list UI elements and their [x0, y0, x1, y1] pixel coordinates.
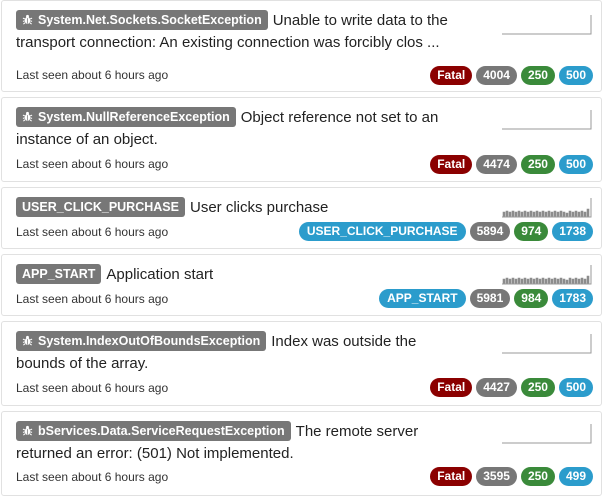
sessions-count-badge: 500	[558, 66, 593, 85]
total-count-badge: 5894	[469, 222, 511, 241]
last-seen: Last seen about 6 hours ago	[16, 68, 169, 82]
bug-icon	[22, 14, 33, 25]
badge-group: USER_CLICK_PURCHASE 5894 974 1738	[298, 222, 593, 241]
type-label-text: bServices.Data.ServiceRequestException	[38, 424, 285, 438]
stack-item[interactable]: APP_START Application start Last seen abo…	[1, 254, 602, 316]
users-count-badge: 250	[520, 467, 555, 486]
users-count-badge: 250	[520, 66, 555, 85]
stack-title: bServices.Data.ServiceRequestException Th…	[16, 421, 476, 465]
stack-message-cont: returned an error: (501) Not implemented…	[16, 445, 294, 462]
stack-title: System.IndexOutOfBoundsException Index wa…	[16, 331, 476, 375]
stack-message-cont: bounds of the array.	[16, 355, 149, 372]
sessions-count-badge: 500	[558, 378, 593, 397]
last-seen: Last seen about 6 hours ago	[16, 225, 169, 239]
users-count-badge: 250	[520, 378, 555, 397]
stack-message: Object reference not set to an	[240, 109, 439, 126]
stack-type-label[interactable]: bServices.Data.ServiceRequestException	[16, 421, 291, 441]
type-label-text: USER_CLICK_PURCHASE	[22, 200, 179, 214]
stack-type-label[interactable]: System.IndexOutOfBoundsException	[16, 331, 267, 351]
fatal-badge: Fatal	[430, 66, 473, 85]
type-label-text: APP_START	[22, 267, 96, 281]
stack-title: System.NullReferenceException Object refe…	[16, 107, 476, 151]
total-count-badge: 4474	[476, 155, 517, 174]
sparkline	[502, 424, 592, 444]
stack-message: Application start	[106, 266, 214, 283]
bug-icon	[22, 335, 33, 346]
fatal-badge: Fatal	[430, 467, 473, 486]
stack-message: The remote server	[295, 423, 419, 440]
total-count-badge: 5981	[469, 289, 511, 308]
sparkline	[502, 110, 592, 130]
type-label-text: System.Net.Sockets.SocketException	[38, 13, 262, 27]
sparkline	[502, 198, 592, 218]
badge-group: Fatal 4474 250 500	[430, 155, 593, 174]
stack-title: System.Net.Sockets.SocketException Unable…	[16, 10, 476, 54]
last-seen: Last seen about 6 hours ago	[16, 292, 169, 306]
sessions-count-badge: 1738	[552, 222, 593, 241]
sessions-count-badge: 1783	[552, 289, 593, 308]
users-count-badge: 984	[514, 289, 549, 308]
stack-message-cont: transport connection: An existing connec…	[16, 34, 440, 51]
stack-message: Index was outside the	[271, 333, 417, 350]
stack-list: System.Net.Sockets.SocketException Unable…	[0, 0, 606, 496]
badge-group: Fatal 4004 250 500	[430, 66, 593, 85]
last-seen: Last seen about 6 hours ago	[16, 157, 169, 171]
stack-title: APP_START Application start	[16, 264, 476, 286]
stack-item[interactable]: bServices.Data.ServiceRequestException Th…	[1, 411, 602, 496]
users-count-badge: 974	[514, 222, 549, 241]
total-count-badge: 4427	[476, 378, 517, 397]
sparkline	[502, 334, 592, 354]
sparkline	[502, 15, 592, 35]
total-count-badge: 4004	[476, 66, 517, 85]
bug-icon	[22, 425, 33, 436]
stack-item[interactable]: System.NullReferenceException Object refe…	[1, 97, 602, 182]
stack-message: Unable to write data to the	[272, 12, 448, 29]
stack-message-cont: instance of an object.	[16, 131, 158, 148]
users-count-badge: 250	[520, 155, 555, 174]
stack-message: User clicks purchase	[189, 199, 329, 216]
fatal-badge: Fatal	[430, 378, 473, 397]
last-seen: Last seen about 6 hours ago	[16, 381, 169, 395]
total-count-badge: 3595	[476, 467, 517, 486]
badge-group: APP_START 5981 984 1783	[379, 289, 593, 308]
bug-icon	[22, 111, 33, 122]
stack-item[interactable]: System.Net.Sockets.SocketException Unable…	[1, 0, 602, 92]
stack-item[interactable]: USER_CLICK_PURCHASE User clicks purchase …	[1, 187, 602, 249]
fatal-badge: Fatal	[430, 155, 473, 174]
badge-group: Fatal 4427 250 500	[430, 378, 593, 397]
stack-type-label[interactable]: System.Net.Sockets.SocketException	[16, 10, 268, 30]
stack-type-label[interactable]: System.NullReferenceException	[16, 107, 236, 127]
type-label-text: System.IndexOutOfBoundsException	[38, 334, 261, 348]
badge-group: Fatal 3595 250 499	[430, 467, 593, 486]
sessions-count-badge: 499	[558, 467, 593, 486]
sparkline	[502, 265, 592, 285]
stack-type-label[interactable]: USER_CLICK_PURCHASE	[16, 197, 185, 217]
stack-title: USER_CLICK_PURCHASE User clicks purchase	[16, 197, 476, 219]
last-seen: Last seen about 6 hours ago	[16, 470, 169, 484]
type-label-text: System.NullReferenceException	[38, 110, 230, 124]
stack-item[interactable]: System.IndexOutOfBoundsException Index wa…	[1, 321, 602, 406]
sessions-count-badge: 500	[558, 155, 593, 174]
event-type-tag-badge: APP_START	[379, 289, 466, 308]
stack-type-label[interactable]: APP_START	[16, 264, 102, 284]
event-type-tag-badge: USER_CLICK_PURCHASE	[298, 222, 466, 241]
